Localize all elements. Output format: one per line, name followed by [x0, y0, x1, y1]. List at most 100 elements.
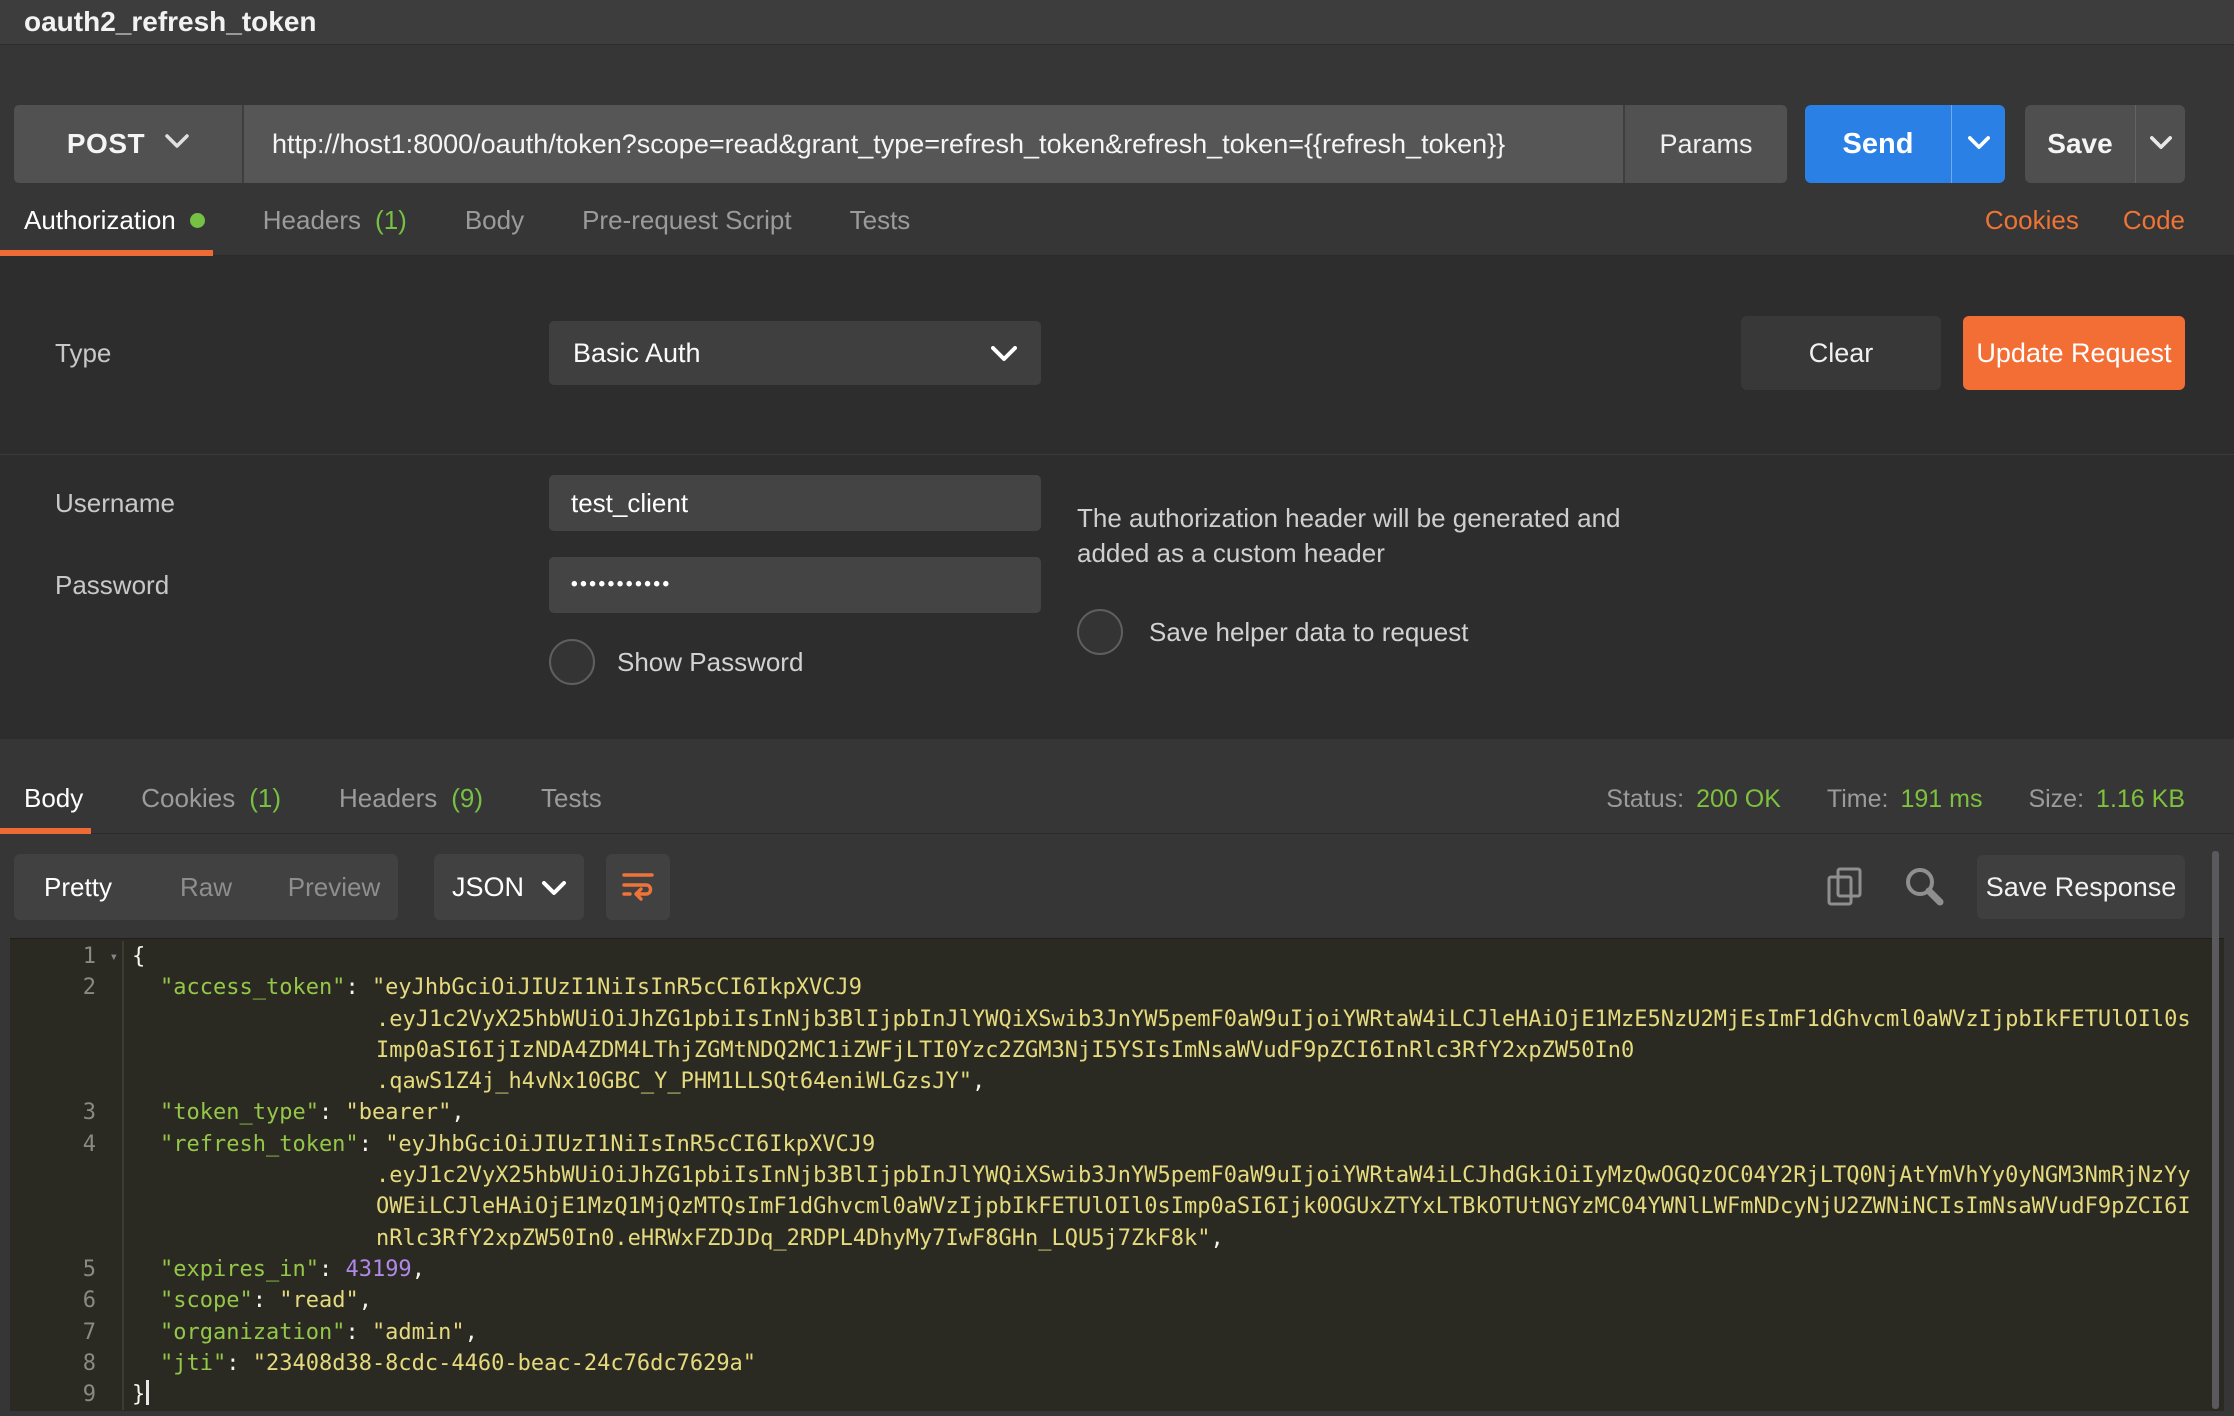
view-raw-button[interactable]: Raw [142, 854, 270, 920]
tab-count: (9) [451, 783, 483, 814]
show-password-row: Show Password [549, 639, 1041, 685]
params-button[interactable]: Params [1625, 105, 1787, 183]
code-line: 6"scope": "read", [10, 1285, 2224, 1316]
collapse-caret-icon[interactable]: ▾ [110, 942, 118, 973]
view-preview-button[interactable]: Preview [270, 854, 398, 920]
save-button[interactable]: Save [2025, 105, 2135, 183]
send-button[interactable]: Send [1805, 105, 1951, 183]
tab-label: Tests [850, 205, 911, 236]
code-link[interactable]: Code [2123, 205, 2185, 236]
save-helper-toggle[interactable] [1077, 609, 1123, 655]
titlebar: oauth2_refresh_token [0, 0, 2234, 45]
url-input[interactable]: http://host1:8000/oauth/token?scope=read… [242, 105, 1625, 183]
text-cursor [146, 1380, 149, 1405]
status-value: 200 OK [1696, 785, 1781, 814]
tab-pre-request-script[interactable]: Pre-request Script [582, 205, 792, 255]
line-number: 9 [10, 1379, 124, 1410]
json-response: 1▾{2"access_token": "eyJhbGciOiJIUzI1NiI… [10, 941, 2224, 1410]
tab-response-headers[interactable]: Headers (9) [339, 783, 483, 833]
copy-icon [1825, 865, 1865, 910]
code-line: OWEiLCJleHAiOjE1MzQ1MjQzMTQsImF1dGhvcml0… [10, 1191, 2224, 1222]
tab-label: Pre-request Script [582, 205, 792, 236]
save-button-group: Save [2025, 105, 2185, 183]
send-options-button[interactable] [1951, 105, 2005, 183]
show-password-toggle[interactable] [549, 639, 595, 685]
response-tabs: Body Cookies (1) Headers (9) Tests Statu… [0, 739, 2234, 834]
line-number[interactable]: 1▾ [10, 941, 124, 972]
update-request-button[interactable]: Update Request [1963, 316, 2185, 390]
tab-label: Body [465, 205, 524, 236]
clear-button[interactable]: Clear [1741, 316, 1941, 390]
note-line-1: The authorization header will be generat… [1077, 503, 1621, 533]
chevron-down-icon [2150, 136, 2172, 153]
auth-helper-column: The authorization header will be generat… [1077, 475, 1621, 685]
wrap-lines-button[interactable] [606, 854, 670, 920]
line-number [10, 1191, 124, 1222]
view-mode-switch: Pretty Raw Preview [14, 854, 398, 920]
tab-response-body[interactable]: Body [0, 783, 83, 833]
save-options-button[interactable] [2135, 105, 2185, 183]
request-links: Cookies Code [1985, 205, 2185, 255]
postman-app: oauth2_refresh_token POST http://host1:8… [0, 0, 2234, 1416]
format-value: JSON [452, 872, 524, 903]
password-field[interactable]: ••••••••••• [549, 557, 1041, 613]
code-line: 4"refresh_token": "eyJhbGciOiJIUzI1NiIsI… [10, 1129, 2224, 1160]
password-label: Password [55, 570, 549, 601]
vertical-scrollbar[interactable] [2212, 851, 2219, 1409]
tab-count: (1) [249, 783, 281, 814]
show-password-label: Show Password [617, 647, 803, 678]
tab-count: (1) [375, 205, 407, 236]
method-select[interactable]: POST [14, 105, 242, 183]
size-value: 1.16 KB [2096, 785, 2185, 814]
cookies-link[interactable]: Cookies [1985, 205, 2079, 236]
line-number: 3 [10, 1097, 124, 1128]
code-text: "scope": "read", [124, 1285, 372, 1316]
line-number: 7 [10, 1317, 124, 1348]
code-text: "refresh_token": "eyJhbGciOiJIUzI1NiIsIn… [124, 1129, 875, 1160]
code-line: .qawS1Z4j_h4vNx10GBC_Y_PHM1LLSQt64eniWLG… [10, 1066, 2224, 1097]
password-value: ••••••••••• [571, 574, 672, 596]
line-number: 6 [10, 1285, 124, 1316]
code-text: nRlc3RfY2xpZW50In0.eHRWxFZDJDq_2RDPL4Dhy… [124, 1223, 1224, 1254]
tab-authorization[interactable]: Authorization [0, 205, 205, 255]
code-line: 5"expires_in": 43199, [10, 1254, 2224, 1285]
search-response-button[interactable] [1903, 865, 1945, 910]
time-badge: Time: 191 ms [1827, 785, 1983, 814]
auth-credentials: Username test_client Password ••••••••••… [0, 455, 2234, 739]
auth-type-select[interactable]: Basic Auth [549, 321, 1041, 385]
tab-label: Headers [263, 205, 361, 236]
code-text: "token_type": "bearer", [124, 1097, 465, 1128]
response-body-editor[interactable]: 1▾{2"access_token": "eyJhbGciOiJIUzI1NiI… [10, 938, 2224, 1411]
tab-response-tests[interactable]: Tests [541, 783, 602, 833]
line-number [10, 1035, 124, 1066]
code-text: "organization": "admin", [124, 1317, 478, 1348]
tab-body[interactable]: Body [465, 205, 524, 255]
code-line: 9} [10, 1379, 2224, 1410]
authorization-panel: Type Basic Auth Clear Update Request Use… [0, 256, 2234, 739]
code-text: .eyJ1c2VyX25hbWUiOiJhZG1pbiIsInNjb3BlIjp… [124, 1160, 2191, 1191]
time-value: 191 ms [1900, 785, 1982, 814]
format-select[interactable]: JSON [434, 854, 584, 920]
username-field[interactable]: test_client [549, 475, 1041, 531]
tab-headers[interactable]: Headers (1) [263, 205, 407, 255]
response-toolbar: Pretty Raw Preview JSON [14, 854, 2185, 920]
username-label: Username [55, 488, 549, 519]
tab-tests[interactable]: Tests [850, 205, 911, 255]
active-auth-dot [190, 213, 205, 228]
size-label: Size: [2028, 785, 2084, 814]
code-line: 1▾{ [10, 941, 2224, 972]
view-pretty-button[interactable]: Pretty [14, 854, 142, 920]
tab-label: Headers [339, 783, 437, 814]
code-text: Imp0aSI6IjIzNDA4ZDM4LThjZGMtNDQ2MC1iZWFj… [124, 1035, 1634, 1066]
note-line-2: added as a custom header [1077, 538, 1385, 568]
copy-response-button[interactable] [1825, 865, 1865, 910]
save-response-button[interactable]: Save Response [1977, 855, 2185, 919]
tab-label: Tests [541, 783, 602, 814]
tab-response-cookies[interactable]: Cookies (1) [141, 783, 281, 833]
tab-label: Authorization [24, 205, 176, 236]
response-meta: Status: 200 OK Time: 191 ms Size: 1.16 K… [1606, 785, 2185, 833]
wrap-lines-icon [620, 869, 656, 906]
chevron-down-icon [542, 872, 566, 903]
code-text: OWEiLCJleHAiOjE1MzQ1MjQzMTQsImF1dGhvcml0… [124, 1191, 2191, 1222]
status-label: Status: [1606, 785, 1684, 814]
